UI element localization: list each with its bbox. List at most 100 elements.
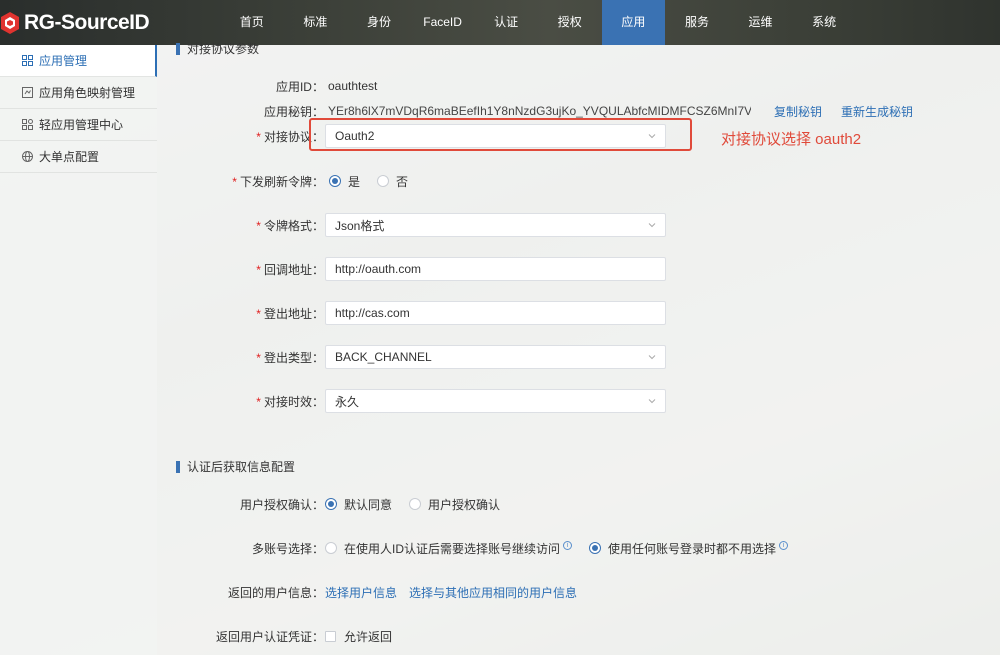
radio-dot — [377, 175, 390, 187]
logout-type-select[interactable]: BACK_CHANNEL — [325, 345, 666, 369]
form-row-validity: * 对接时效： 永久 — [157, 389, 1000, 413]
radio-label: 是 — [348, 174, 361, 189]
radio-label: 用户授权确认 — [428, 497, 501, 512]
form-row-logout-type: * 登出类型： BACK_CHANNEL — [157, 345, 1000, 369]
section-marker — [176, 42, 180, 55]
logout-url-value: http://cas.com — [335, 306, 410, 320]
app-id-value: oauthtest — [328, 79, 378, 93]
default-agree-radio[interactable]: 默认同意 — [325, 496, 392, 513]
form-row-callback: * 回调地址： http://oauth.com — [157, 257, 1000, 281]
section-title-text: 认证后获取信息配置 — [187, 460, 296, 474]
callback-url-value: http://oauth.com — [335, 262, 422, 276]
token-format-label: * 令牌格式： — [256, 218, 324, 233]
section-title-text: 对接协议参数 — [187, 42, 260, 56]
checkbox-label: 允许返回 — [344, 629, 393, 644]
form-row-refresh-token: * 下发刷新令牌： 是 否 — [157, 169, 1000, 193]
nav-item-standard[interactable]: 标准 — [284, 0, 348, 45]
validity-select[interactable]: 永久 — [325, 389, 666, 413]
chevron-down-icon — [648, 223, 656, 228]
sidebar-item-label: 应用角色映射管理 — [39, 86, 136, 100]
multi-account-no-select-radio[interactable]: 使用任何账号登录时都不用选择 i — [589, 540, 789, 557]
multi-account-select-radio[interactable]: 在使用人ID认证后需要选择账号继续访问 i — [325, 540, 573, 557]
nav-item-system[interactable]: 系统 — [792, 0, 856, 45]
app-id-label: 应用ID： — [275, 79, 324, 94]
form-row-user-auth-confirm: 用户授权确认： 默认同意 用户授权确认 — [157, 492, 1000, 516]
select-same-user-info-link[interactable]: 选择与其他应用相同的用户信息 — [409, 584, 577, 601]
app-secret-value: YEr8h6lX7mVDqR6maBEefIh1Y8nNzdG3ujKo_YVQ… — [328, 104, 751, 118]
logo-mark-icon — [1, 12, 19, 34]
validity-label: * 对接时效： — [256, 394, 324, 409]
radio-label: 默认同意 — [344, 497, 393, 512]
chevron-down-icon — [648, 355, 656, 360]
sidebar: 应用管理 应用角色映射管理 轻应用管理中心 大单点配置 — [0, 45, 157, 655]
radio-label: 使用任何账号登录时都不用选择 — [608, 541, 777, 556]
main-nav: 首页 标准 身份 FaceID 认证 授权 应用 服务 运维 系统 — [220, 0, 856, 45]
callback-label: * 回调地址： — [256, 262, 324, 277]
info-icon[interactable]: i — [563, 540, 573, 550]
radio-label: 否 — [396, 174, 409, 189]
nav-item-faceid[interactable]: FaceID — [411, 0, 475, 45]
mapping-icon — [22, 87, 33, 98]
nav-item-authorization[interactable]: 授权 — [538, 0, 602, 45]
form-row-app-id: 应用ID： oauthtest — [157, 74, 1000, 98]
info-icon[interactable]: i — [779, 540, 789, 550]
sidebar-item-app-management[interactable]: 应用管理 — [0, 45, 157, 77]
form-row-multi-account: 多账号选择： 在使用人ID认证后需要选择账号继续访问 i 使用任何账号登录时都不… — [157, 536, 1000, 560]
globe-icon — [22, 151, 33, 162]
copy-secret-link[interactable]: 复制秘钥 — [774, 103, 822, 120]
logout-url-label: * 登出地址： — [256, 306, 324, 321]
callback-url-input[interactable]: http://oauth.com — [325, 257, 666, 281]
user-auth-confirm-label: 用户授权确认： — [239, 497, 324, 512]
radio-dot — [329, 175, 341, 187]
logout-type-value: BACK_CHANNEL — [335, 350, 432, 364]
refresh-token-yes-radio[interactable]: 是 — [329, 173, 360, 190]
form-row-token-format: * 令牌格式： Json格式 — [157, 213, 1000, 237]
multi-account-label: 多账号选择： — [251, 541, 324, 556]
radio-dot — [325, 498, 337, 510]
app-grid-icon — [22, 55, 33, 66]
radio-dot — [325, 542, 337, 554]
annotation-text: 对接协议选择 oauth2 — [721, 131, 862, 148]
nav-item-home[interactable]: 首页 — [220, 0, 284, 45]
refresh-token-label: * 下发刷新令牌： — [232, 174, 324, 189]
form-row-return-user-info: 返回的用户信息： 选择用户信息 选择与其他应用相同的用户信息 — [157, 580, 1000, 604]
token-format-value: Json格式 — [335, 218, 385, 233]
light-app-icon — [22, 119, 33, 130]
sidebar-item-label: 大单点配置 — [39, 150, 100, 164]
section-marker — [176, 460, 180, 473]
regenerate-secret-link[interactable]: 重新生成秘钥 — [841, 103, 913, 120]
refresh-token-no-radio[interactable]: 否 — [377, 173, 408, 190]
sidebar-item-light-app[interactable]: 轻应用管理中心 — [0, 109, 157, 141]
sidebar-item-label: 应用管理 — [39, 54, 88, 68]
form-row-logout-url: * 登出地址： http://cas.com — [157, 301, 1000, 325]
brand-logo[interactable]: RG-SourceID — [0, 9, 150, 37]
chevron-down-icon — [648, 399, 656, 404]
nav-item-identity[interactable]: 身份 — [347, 0, 411, 45]
user-auth-confirm-radio[interactable]: 用户授权确认 — [409, 496, 500, 513]
select-user-info-link[interactable]: 选择用户信息 — [325, 584, 397, 601]
sidebar-item-sso-config[interactable]: 大单点配置 — [0, 141, 157, 173]
sidebar-item-label: 轻应用管理中心 — [39, 118, 124, 132]
protocol-label: * 对接协议： — [256, 129, 324, 144]
annotation-highlight-box — [309, 118, 692, 151]
logout-type-label: * 登出类型： — [256, 350, 324, 365]
checkbox-box — [325, 630, 336, 642]
form-row-return-credential: 返回用户认证凭证： 允许返回 — [157, 624, 1000, 648]
app-secret-label: 应用秘钥： — [263, 104, 324, 119]
return-credential-label: 返回用户认证凭证： — [215, 629, 324, 644]
nav-item-application[interactable]: 应用 — [601, 0, 666, 45]
logo-text: RG-SourceID — [24, 11, 150, 34]
radio-dot — [409, 498, 422, 510]
logout-url-input[interactable]: http://cas.com — [325, 301, 666, 325]
validity-value: 永久 — [335, 394, 360, 409]
section-title-auth-info: 认证后获取信息配置 — [176, 458, 295, 475]
sidebar-item-role-mapping[interactable]: 应用角色映射管理 — [0, 77, 157, 109]
nav-item-ops[interactable]: 运维 — [729, 0, 793, 45]
nav-item-auth[interactable]: 认证 — [474, 0, 538, 45]
radio-dot — [589, 542, 602, 554]
allow-return-checkbox[interactable]: 允许返回 — [325, 628, 392, 645]
section-title-protocol: 对接协议参数 — [176, 40, 259, 57]
return-user-info-label: 返回的用户信息： — [227, 585, 324, 600]
token-format-select[interactable]: Json格式 — [325, 213, 666, 237]
nav-item-service[interactable]: 服务 — [665, 0, 729, 45]
